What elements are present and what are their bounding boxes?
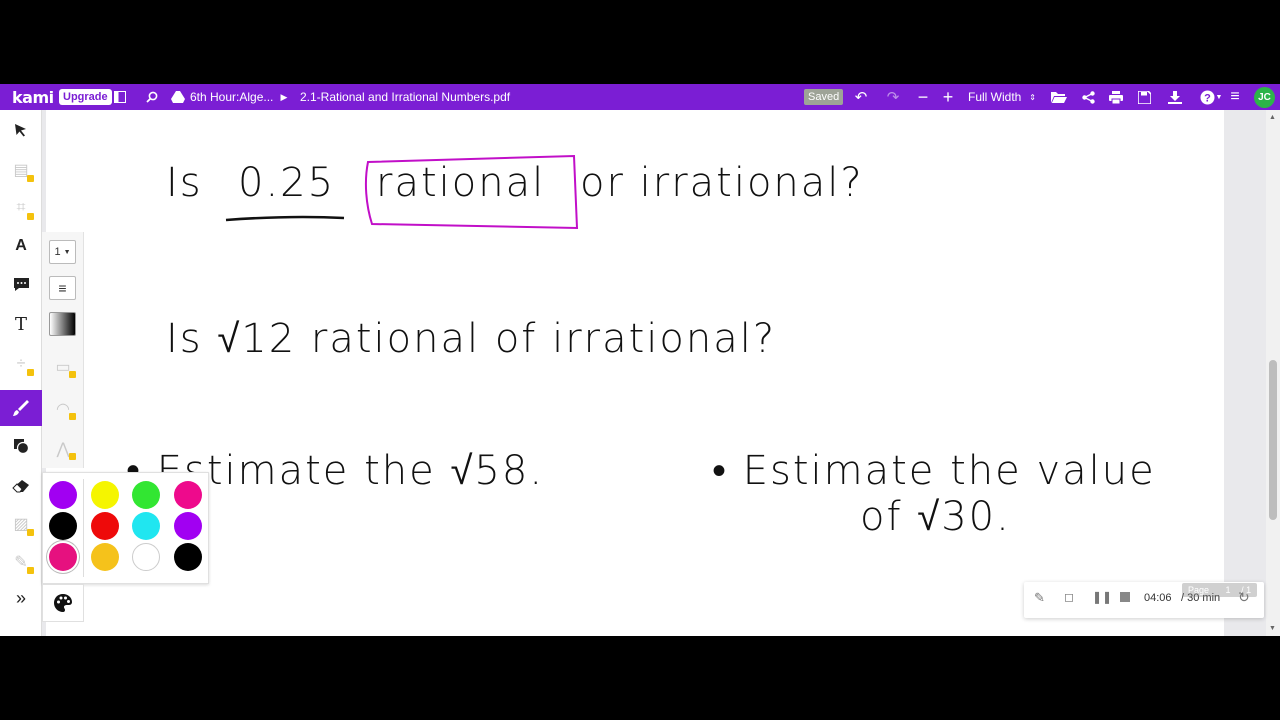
- drawing-tool-icon[interactable]: [0, 390, 42, 426]
- breadcrumb-folder[interactable]: 6th Hour:Alge...: [190, 84, 274, 110]
- color-swatch[interactable]: [132, 512, 160, 540]
- scroll-down-icon[interactable]: ▼: [1269, 625, 1276, 632]
- color-swatch[interactable]: [49, 481, 77, 509]
- page-total: / 1: [1241, 585, 1252, 595]
- opacity-gradient-icon[interactable]: [49, 312, 76, 336]
- color-swatch[interactable]: [49, 543, 77, 571]
- comment-tool-icon[interactable]: [0, 266, 42, 302]
- help-dropdown-icon[interactable]: ▼: [1215, 84, 1223, 110]
- document-view: Is 0.25 rational or irrational? Is √12 r…: [42, 110, 1266, 636]
- kami-logo[interactable]: kami: [12, 84, 54, 110]
- zoom-select-value: Full Width: [968, 90, 1022, 104]
- stroke-width-select[interactable]: 1 ▼: [49, 240, 76, 264]
- estimate-bullet-2-line1: • Estimate the value: [712, 448, 1156, 494]
- color-swatch[interactable]: [132, 481, 160, 509]
- color-swatch[interactable]: [49, 512, 77, 540]
- redo-icon[interactable]: ↷: [884, 84, 902, 110]
- ruler-icon[interactable]: ▭: [50, 354, 76, 380]
- stop-icon[interactable]: [1120, 592, 1130, 602]
- text-annotation-tool-icon[interactable]: A: [0, 228, 42, 264]
- share-icon[interactable]: [1079, 84, 1097, 110]
- color-swatch[interactable]: [174, 512, 202, 540]
- color-swatch[interactable]: [91, 481, 119, 509]
- text-fill-tool-icon[interactable]: ⌗: [0, 190, 42, 226]
- lock-icon: [69, 453, 76, 460]
- line-style-icon[interactable]: ≡: [49, 276, 76, 300]
- zoom-out-icon[interactable]: −: [914, 84, 932, 110]
- protractor-icon[interactable]: ◠: [50, 396, 76, 422]
- google-drive-icon: [170, 84, 186, 110]
- shapes-tool-icon[interactable]: [0, 428, 42, 464]
- pause-icon[interactable]: ❚❚: [1092, 590, 1112, 604]
- vertical-scrollbar[interactable]: ▲ ▼: [1266, 110, 1280, 636]
- color-swatch[interactable]: [174, 481, 202, 509]
- pen-icon[interactable]: ✎: [1034, 590, 1045, 606]
- print-icon[interactable]: [1107, 84, 1125, 110]
- signature-tool-icon[interactable]: ✎: [0, 544, 42, 580]
- highlight-tool-icon[interactable]: ▤: [0, 152, 42, 188]
- palette-divider: [83, 479, 84, 577]
- stroke-width-value: 1: [54, 246, 61, 258]
- text-box-tool-icon[interactable]: T: [0, 306, 42, 342]
- add-image-tool-icon[interactable]: ▨: [0, 506, 42, 542]
- kami-app: kami Upgrade 6th Hour:Alge... ▶ 2.1-Rati…: [0, 84, 1280, 636]
- select-arrows-icon: ⇕: [1029, 92, 1036, 102]
- select-tool-icon[interactable]: [0, 112, 42, 148]
- color-swatch[interactable]: [174, 543, 202, 571]
- svg-text:?: ?: [1204, 92, 1211, 104]
- eraser-icon[interactable]: ◻: [1064, 590, 1074, 604]
- lock-icon: [27, 529, 34, 536]
- lock-icon: [69, 371, 76, 378]
- breadcrumb-filename[interactable]: 2.1-Rational and Irrational Numbers.pdf: [300, 84, 520, 110]
- lock-icon: [27, 175, 34, 182]
- chevron-down-icon: ▼: [63, 248, 71, 256]
- custom-color-palette-icon[interactable]: [42, 584, 84, 622]
- pdf-page[interactable]: Is 0.25 rational or irrational? Is √12 r…: [46, 110, 1224, 636]
- menu-icon[interactable]: ≡: [1226, 84, 1244, 110]
- ink-annotations: [225, 154, 579, 230]
- upgrade-button[interactable]: Upgrade: [59, 89, 112, 105]
- color-palette: [42, 472, 209, 584]
- color-swatch[interactable]: [91, 512, 119, 540]
- page-indicator: Page 1 / 1: [1182, 583, 1258, 597]
- color-swatch[interactable]: [132, 543, 160, 571]
- eraser-tool-icon[interactable]: [0, 468, 42, 504]
- lock-icon: [27, 369, 34, 376]
- undo-icon[interactable]: ↶: [852, 84, 870, 110]
- equation-tool-icon[interactable]: ÷: [0, 346, 42, 382]
- zoom-select[interactable]: Full Width ⇕: [962, 84, 1038, 110]
- drawing-options-toolbar: 1 ▼ ≡ ▭ ◠ ⋀: [42, 232, 84, 468]
- compass-icon[interactable]: ⋀: [50, 436, 76, 462]
- sidebar-toggle-icon[interactable]: [112, 84, 128, 110]
- timer-elapsed: 04:06: [1144, 592, 1172, 604]
- search-icon[interactable]: [144, 84, 160, 110]
- save-icon[interactable]: [1135, 84, 1153, 110]
- color-swatch[interactable]: [91, 543, 119, 571]
- lock-icon: [27, 567, 34, 574]
- scrollbar-thumb[interactable]: [1269, 360, 1277, 520]
- open-folder-icon[interactable]: [1050, 84, 1068, 110]
- top-toolbar: kami Upgrade 6th Hour:Alge... ▶ 2.1-Rati…: [0, 84, 1280, 110]
- page-label: Page: [1188, 585, 1210, 595]
- user-avatar[interactable]: JC: [1254, 87, 1275, 108]
- page-current[interactable]: 1: [1226, 585, 1231, 595]
- left-toolbar: ▤ ⌗ A T ÷ ▨ ✎ »: [0, 110, 42, 636]
- lock-icon: [27, 213, 34, 220]
- lock-icon: [69, 413, 76, 420]
- breadcrumb-chevron-icon: ▶: [280, 91, 288, 102]
- scroll-up-icon[interactable]: ▲: [1269, 114, 1276, 121]
- estimate-bullet-2-line2: of √30.: [860, 494, 1011, 540]
- saved-status-badge: Saved: [804, 89, 844, 105]
- expand-toolbar-icon[interactable]: »: [0, 580, 42, 616]
- question2: Is √12 rational of irrational?: [166, 316, 777, 362]
- zoom-in-icon[interactable]: +: [939, 84, 957, 110]
- download-icon[interactable]: [1166, 84, 1184, 110]
- help-icon[interactable]: ?: [1197, 84, 1217, 110]
